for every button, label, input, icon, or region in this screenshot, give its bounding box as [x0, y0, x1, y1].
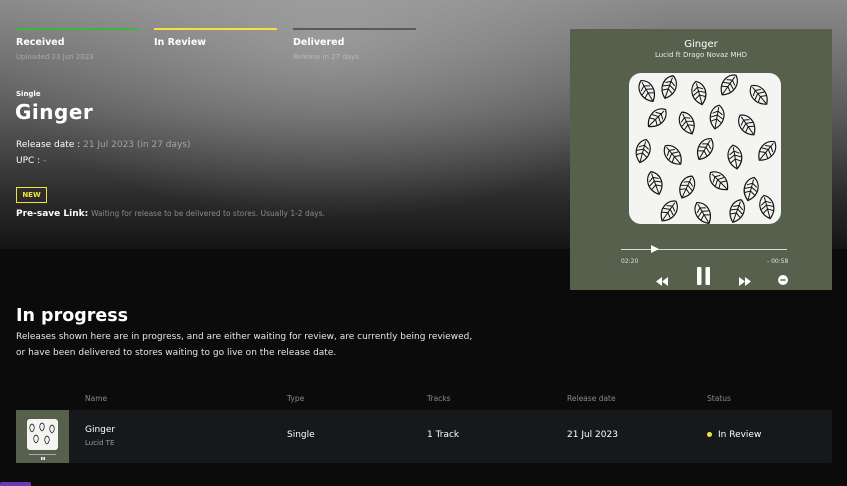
column-header-tracks: Tracks — [427, 394, 451, 403]
fast-forward-icon[interactable] — [739, 271, 751, 290]
row-artist: Lucid TE — [85, 439, 115, 447]
upc-label: UPC : — [16, 156, 41, 166]
corner-tab[interactable] — [0, 482, 31, 486]
row-release-date: 21 Jul 2023 — [567, 430, 618, 440]
step-label: Received — [16, 37, 65, 48]
rewind-icon[interactable] — [656, 271, 668, 290]
row-release-name: Ginger — [85, 425, 116, 435]
row-tracks: 1 Track — [427, 430, 460, 440]
audio-player: Ginger Lucid ft Drago Novaz MHD 02:20 - … — [570, 29, 832, 290]
presave-link: Pre-save Link: Waiting for release to be… — [16, 209, 325, 219]
remaining-time: - 00:58 — [767, 258, 789, 265]
release-thumbnail — [16, 410, 69, 463]
release-type: Single — [16, 90, 41, 98]
column-header-type: Type — [287, 394, 305, 403]
presave-label: Pre-save Link: — [16, 209, 89, 219]
column-header-name: Name — [85, 394, 108, 403]
status-label: In Review — [718, 430, 762, 440]
step-bar — [16, 28, 139, 30]
player-artist: Lucid ft Drago Novaz MHD — [654, 51, 748, 59]
release-date-relative: (in 27 days) — [136, 140, 191, 150]
elapsed-time: 02:20 — [621, 258, 639, 265]
status-dot-icon — [707, 432, 712, 437]
step-sublabel: Uploaded 23 Jun 2023 — [16, 53, 94, 61]
player-title: Ginger — [684, 39, 718, 50]
upc: UPC : - — [16, 156, 46, 166]
step-sublabel: Release in 27 days — [293, 53, 359, 61]
pause-icon[interactable] — [696, 267, 711, 289]
row-type: Single — [287, 430, 315, 440]
release-date-value: 21 Jul 2023 — [83, 140, 135, 150]
row-status: In Review — [707, 430, 761, 440]
cover-art-pattern — [632, 73, 781, 224]
column-header-status: Status — [707, 394, 731, 403]
step-bar — [154, 28, 277, 30]
new-badge: NEW — [16, 187, 47, 203]
step-delivered: Delivered Release in 27 days — [293, 28, 416, 61]
step-label: In Review — [154, 37, 207, 48]
release-date: Release date : 21 Jul 2023 (in 27 days) — [16, 140, 191, 150]
section-title: In progress — [16, 306, 129, 326]
minus-circle-icon[interactable] — [778, 270, 788, 289]
release-title: Ginger — [15, 100, 94, 124]
column-header-release-date: Release date — [567, 394, 616, 403]
table-row[interactable]: Ginger Lucid TE Single 1 Track 21 Jul 20… — [16, 410, 832, 463]
presave-status: Waiting for release to be delivered to s… — [91, 209, 326, 218]
release-date-label: Release date : — [16, 140, 81, 150]
step-in-review: In Review — [154, 28, 277, 48]
section-description-line-1: Releases shown here are in progress, and… — [16, 332, 473, 342]
step-bar — [293, 28, 416, 30]
seek-bar[interactable] — [621, 249, 787, 250]
cover-art — [629, 73, 781, 224]
section-description-line-2: or have been delivered to stores waiting… — [16, 348, 337, 358]
step-label: Delivered — [293, 37, 345, 48]
upc-value: - — [43, 156, 47, 166]
seek-handle[interactable] — [651, 245, 659, 253]
step-received: Received Uploaded 23 Jun 2023 — [16, 28, 139, 61]
